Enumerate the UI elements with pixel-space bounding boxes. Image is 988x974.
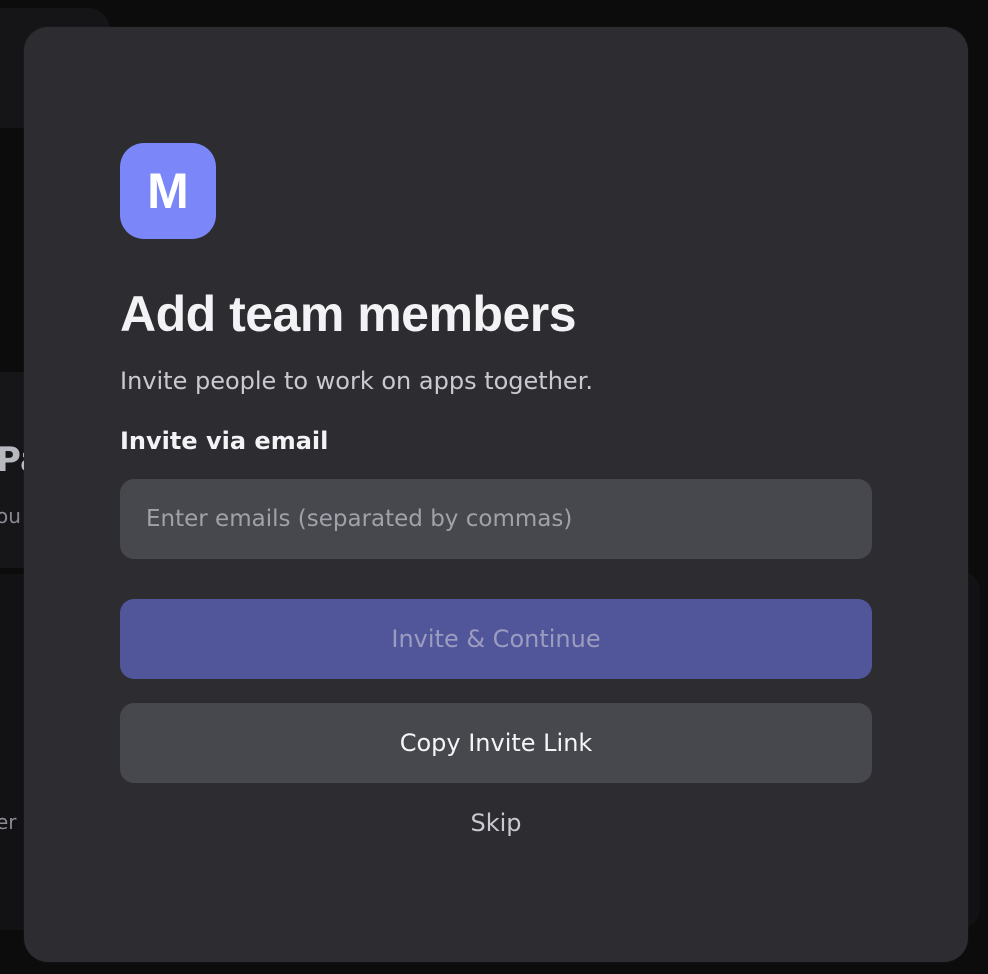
email-field[interactable] — [120, 479, 872, 559]
background-text-partial: er — [0, 810, 17, 834]
background-text-partial: ou — [0, 504, 21, 528]
invite-modal: M Add team members Invite people to work… — [24, 27, 968, 962]
modal-subtitle: Invite people to work on apps together. — [120, 367, 593, 395]
invite-continue-button[interactable]: Invite & Continue — [120, 599, 872, 679]
email-field-label: Invite via email — [120, 427, 329, 455]
skip-link[interactable]: Skip — [120, 809, 872, 837]
workspace-logo: M — [120, 143, 216, 239]
copy-invite-link-button[interactable]: Copy Invite Link — [120, 703, 872, 783]
modal-title: Add team members — [120, 286, 577, 342]
